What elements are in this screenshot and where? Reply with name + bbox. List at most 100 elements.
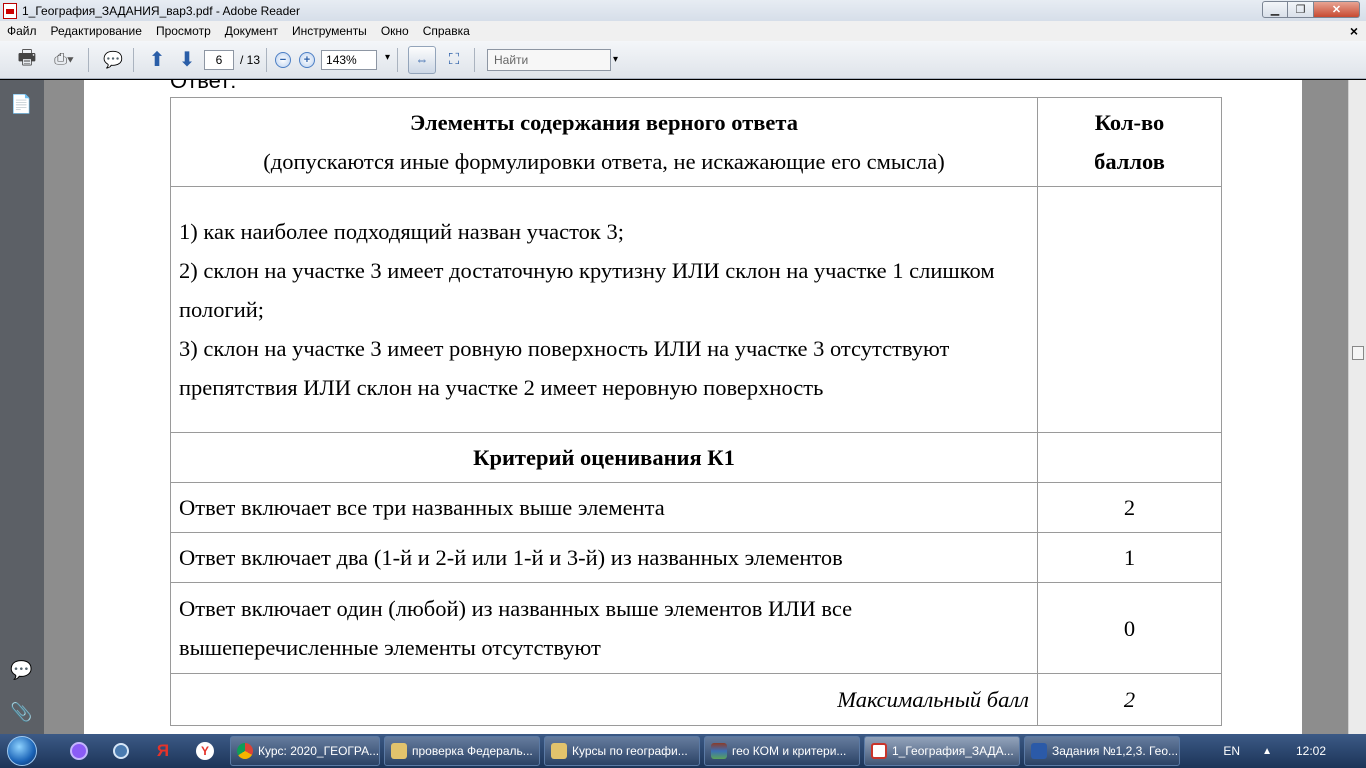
empty-score-cell (1037, 186, 1222, 433)
criterion-text: Ответ включает два (1-й и 2-й или 1-й и … (170, 532, 1038, 583)
toolbar-separator (474, 47, 476, 72)
toolbar-separator (397, 47, 399, 72)
print-button[interactable]: 🖶 (12, 47, 42, 73)
task-winrar[interactable]: гео КОМ и критери... (704, 736, 860, 766)
folder-icon (551, 743, 567, 759)
arrow-down-icon: ⬇ (178, 49, 196, 71)
zoom-select[interactable]: 143% (321, 49, 390, 70)
answer-elements-cell: 1) как наиболее подходящий назван участо… (170, 186, 1038, 433)
close-document-icon[interactable]: × (1350, 23, 1358, 39)
task-adobe-reader[interactable]: 1_География_ЗАДА... (864, 736, 1020, 766)
plus-icon: + (299, 51, 316, 68)
task-label: гео КОМ и критери... (732, 744, 847, 758)
share-button[interactable]: ⎙▾ (46, 47, 82, 73)
language-indicator[interactable]: EN (1223, 744, 1240, 758)
criterion-score: 1 (1037, 532, 1222, 583)
minus-icon: − (275, 51, 292, 68)
menu-tools[interactable]: Инструменты (285, 24, 374, 38)
criterion-text: Ответ включает один (любой) из названных… (170, 582, 1038, 674)
window-title: 1_География_ЗАДАНИЯ_вар3.pdf - Adobe Rea… (22, 3, 300, 18)
menu-file[interactable]: Файл (0, 24, 44, 38)
grading-table: Элементы содержания верного ответа (допу… (170, 97, 1222, 726)
task-word[interactable]: Задания №1,2,3. Гео... (1024, 736, 1180, 766)
table-row-elements: 1) как наиболее подходящий назван участо… (170, 186, 1222, 433)
chevron-down-icon[interactable]: ▾ (613, 54, 618, 65)
arrow-up-icon: ⬆ (148, 49, 166, 71)
task-label: Курсы по географи... (572, 744, 688, 758)
page-total: / 13 (240, 52, 261, 67)
printer-icon: 🖶 (17, 46, 37, 69)
prev-page-button[interactable]: ⬆ (144, 47, 170, 73)
answer-element-2: 2) склон на участке 3 имеет достаточную … (179, 258, 995, 322)
system-tray: EN ▲ 12:02 (1223, 734, 1366, 768)
task-folder-1[interactable]: проверка Федераль... (384, 736, 540, 766)
share-icon: ⎙▾ (54, 50, 74, 68)
quicklaunch-yandex[interactable]: Я (150, 738, 176, 764)
menu-window[interactable]: Окно (374, 24, 416, 38)
toolbar: 🖶 ⎙▾ 💬 ⬆ ⬇ 6 / 13 − + 143% ⇔ ⛶ Найти ▾ (0, 41, 1366, 79)
max-score-value: 2 (1037, 673, 1222, 726)
page-number-input[interactable]: 6 (204, 49, 234, 70)
max-score-label: Максимальный балл (170, 673, 1038, 726)
windows-logo-icon (7, 736, 37, 766)
toolbar-separator (88, 47, 89, 72)
comments-icon[interactable]: 💬 (10, 660, 32, 682)
alice-icon (70, 742, 88, 760)
criterion-score: 2 (1037, 482, 1222, 533)
zoom-in-button[interactable]: + (297, 47, 317, 73)
taskbar: Я Y Курс: 2020_ГЕОГРА... проверка Федера… (0, 734, 1366, 768)
menu-help[interactable]: Справка (416, 24, 477, 38)
quicklaunch-browser[interactable] (108, 738, 134, 764)
comment-button[interactable]: 💬 (99, 47, 127, 73)
answer-label: Ответ: (170, 80, 237, 93)
chat-icon: 💬 (103, 51, 123, 69)
zoom-out-button[interactable]: − (273, 47, 293, 73)
scrollbar-thumb[interactable] (1352, 346, 1364, 360)
header-elements-title: Элементы содержания верного ответа (410, 110, 798, 135)
vertical-scrollbar[interactable] (1348, 80, 1366, 734)
clock[interactable]: 12:02 (1296, 744, 1326, 758)
yandex-icon: Я (156, 741, 170, 760)
criterion-title: Критерий оценивания К1 (170, 432, 1038, 483)
task-folder-2[interactable]: Курсы по географи... (544, 736, 700, 766)
show-hidden-icons-icon[interactable]: ▲ (1262, 746, 1272, 757)
header-score-cell: Кол-во баллов (1037, 97, 1222, 187)
criterion-score: 0 (1037, 582, 1222, 674)
answer-element-1: 1) как наиболее подходящий назван участо… (179, 219, 624, 244)
fit-page-button[interactable]: ⛶ (440, 47, 468, 73)
answer-element-3: 3) склон на участке 3 имеет ровную повер… (179, 336, 950, 400)
document-area: Ответ: Элементы содержания верного ответ… (44, 80, 1348, 734)
minimize-button[interactable]: ▁ (1262, 1, 1288, 18)
pdf-page: Ответ: Элементы содержания верного ответ… (84, 80, 1302, 734)
yandex-browser-icon: Y (196, 742, 214, 760)
menu-edit[interactable]: Редактирование (44, 24, 149, 38)
header-score-line2: баллов (1094, 149, 1165, 174)
task-chrome[interactable]: Курс: 2020_ГЕОГРА... (230, 736, 380, 766)
folder-icon (391, 743, 407, 759)
winrar-icon (711, 743, 727, 759)
restore-button[interactable]: ❐ (1288, 1, 1314, 18)
criterion-text: Ответ включает все три названных выше эл… (170, 482, 1038, 533)
header-elements-note: (допускаются иные формулировки ответа, н… (263, 149, 945, 174)
task-label: Курс: 2020_ГЕОГРА... (258, 744, 380, 758)
attachment-icon[interactable]: 📎 (10, 702, 32, 724)
pdf-icon (871, 743, 887, 759)
task-label: проверка Федераль... (412, 744, 533, 758)
menu-document[interactable]: Документ (218, 24, 285, 38)
quicklaunch-alice[interactable] (66, 738, 92, 764)
table-row-max: Максимальный балл 2 (170, 673, 1222, 726)
find-input[interactable]: Найти (487, 48, 612, 71)
fit-width-button[interactable]: ⇔ (408, 45, 437, 74)
task-label: Задания №1,2,3. Гео... (1052, 744, 1179, 758)
navigation-panel: 📄 💬 📎 (0, 80, 44, 734)
header-score-line1: Кол-во (1094, 110, 1165, 135)
word-icon (1031, 743, 1047, 759)
quicklaunch-yandex-browser[interactable]: Y (192, 738, 218, 764)
close-button[interactable]: ✕ (1314, 1, 1360, 18)
menu-view[interactable]: Просмотр (149, 24, 218, 38)
start-button[interactable] (0, 734, 44, 768)
table-row: Ответ включает один (любой) из названных… (170, 582, 1222, 674)
next-page-button[interactable]: ⬇ (174, 47, 200, 73)
table-row-criterion: Критерий оценивания К1 (170, 432, 1222, 483)
pages-icon[interactable]: 📄 (10, 94, 32, 116)
